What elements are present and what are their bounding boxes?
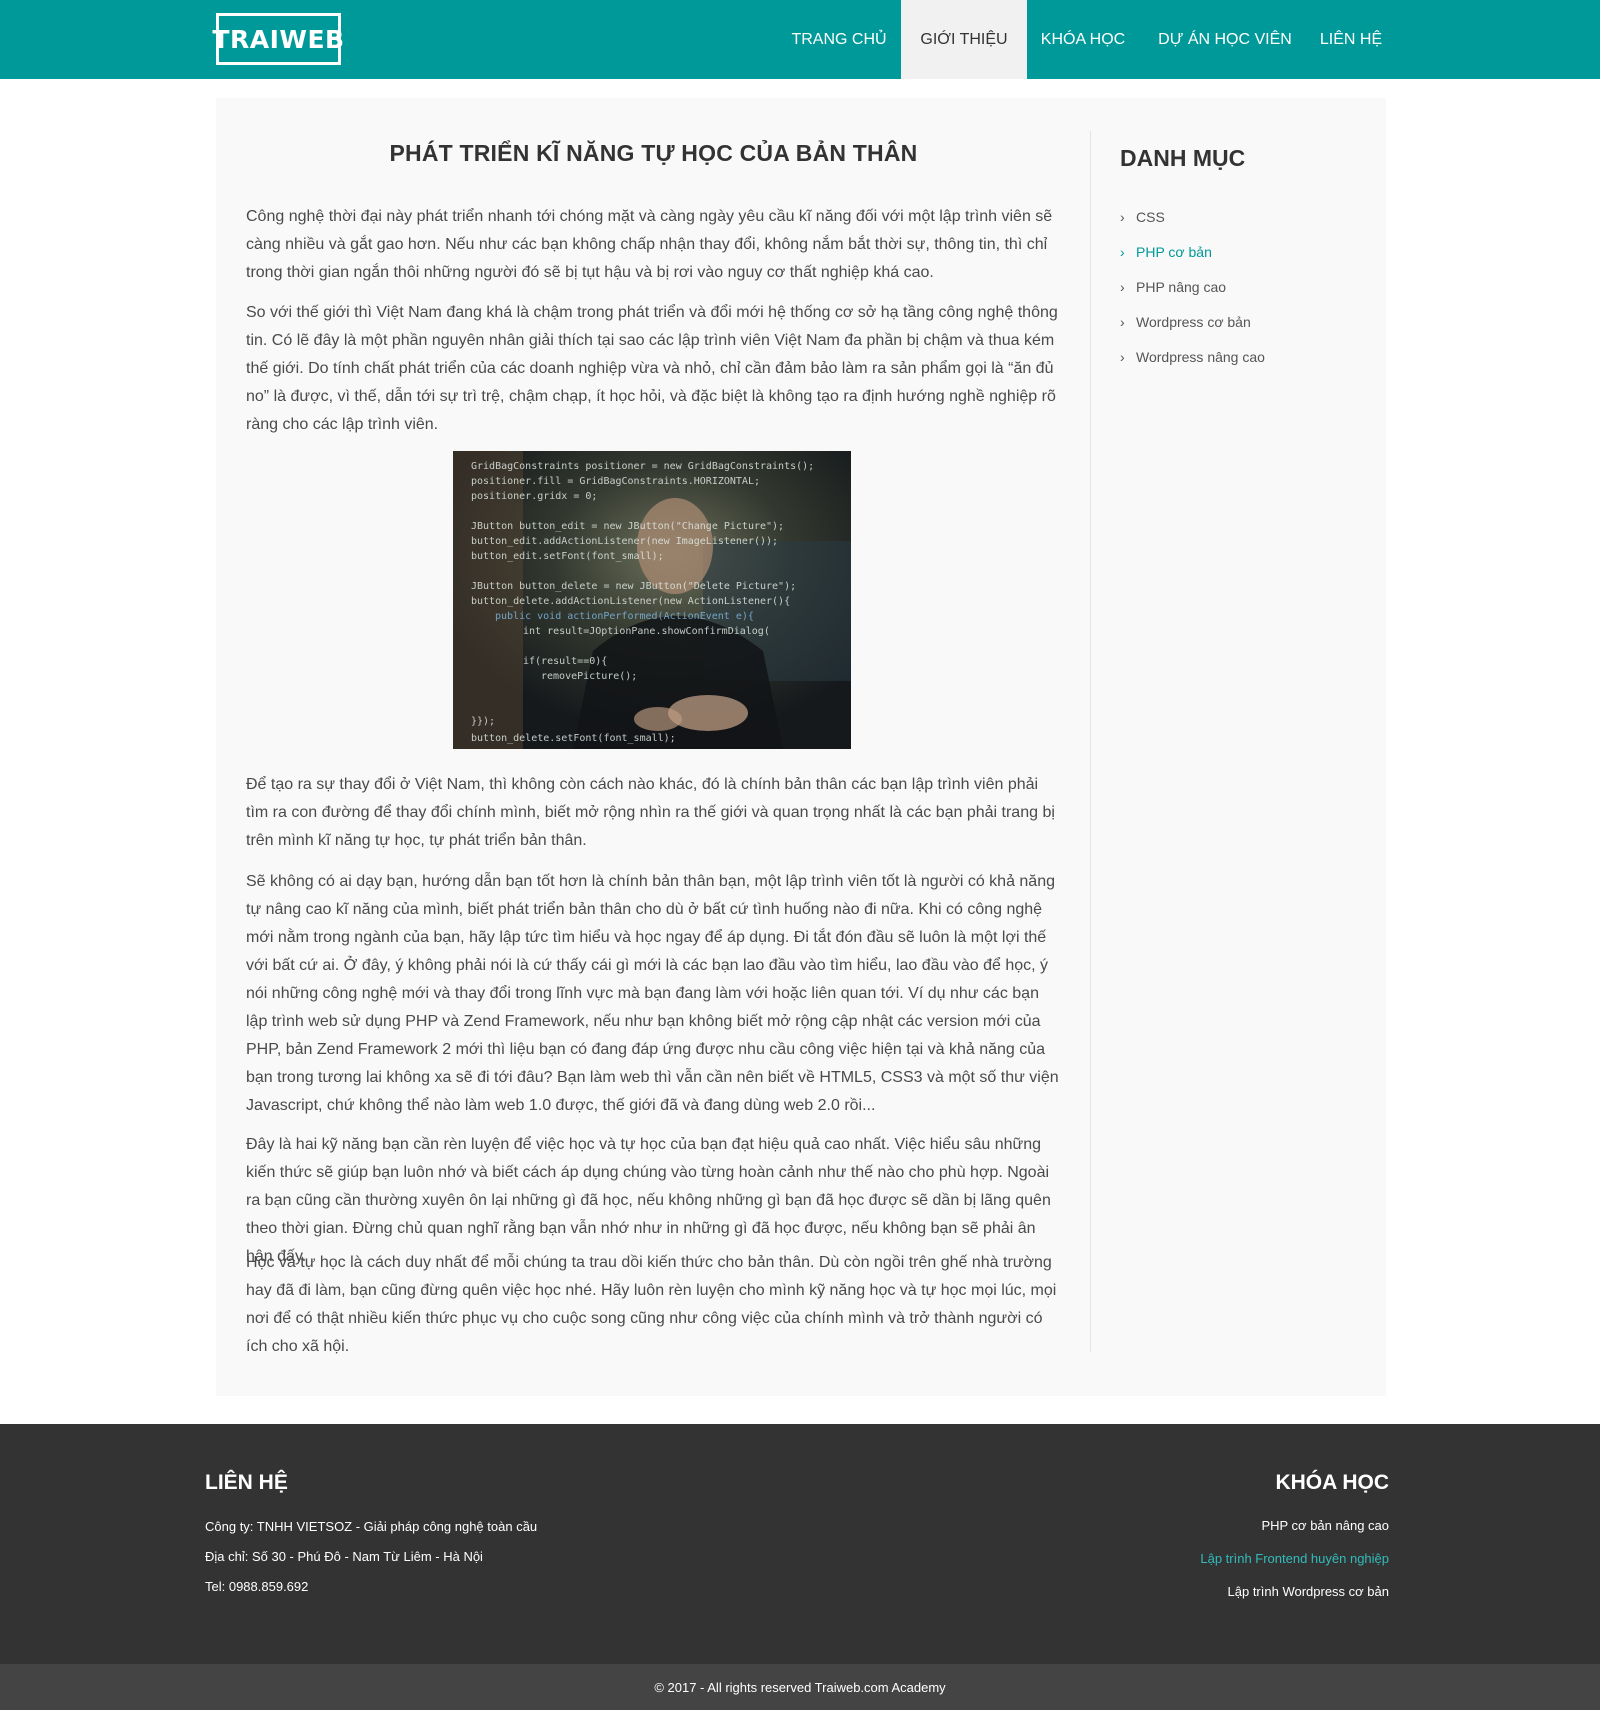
- chevron-right-icon: ›: [1120, 279, 1125, 295]
- chevron-right-icon: ›: [1120, 314, 1125, 330]
- footer-course-link[interactable]: Lập trình Frontend huyên nghiệp: [1200, 1551, 1389, 1566]
- code-line: removePicture();: [541, 671, 637, 682]
- code-line: button_delete.addActionListener(new Acti…: [471, 596, 790, 607]
- chevron-right-icon: ›: [1120, 349, 1125, 365]
- sidebar-item-label: CSS: [1136, 209, 1165, 225]
- sidebar-item-wordpress-co-ban[interactable]: › Wordpress cơ bản: [1120, 314, 1251, 330]
- nav-lien-he[interactable]: LIÊN HỆ: [1310, 0, 1392, 79]
- site-header: TRAIWEB TRANG CHỦ GIỚI THIỆU KHÓA HỌC DỰ…: [0, 0, 1600, 79]
- column-divider: [1090, 131, 1091, 1352]
- code-line: button_edit.addActionListener(new ImageL…: [471, 536, 778, 547]
- nav-du-an-hoc-vien[interactable]: DỰ ÁN HỌC VIÊN: [1150, 0, 1300, 79]
- sidebar-item-label: PHP nâng cao: [1136, 279, 1227, 295]
- site-footer: [0, 1424, 1600, 1664]
- article-image: GridBagConstraints positioner = new Grid…: [453, 451, 851, 749]
- programmer-photo: GridBagConstraints positioner = new Grid…: [453, 451, 851, 749]
- footer-company: Công ty: TNHH VIETSOZ - Giải pháp công n…: [205, 1519, 538, 1534]
- code-line: positioner.fill = GridBagConstraints.HOR…: [471, 476, 760, 487]
- footer-courses-title: KHÓA HỌC: [1275, 1471, 1389, 1494]
- code-line: public void actionPerformed(ActionEvent …: [495, 611, 754, 622]
- code-line: int result=JOptionPane.showConfirmDialog…: [523, 626, 770, 637]
- article-paragraph: So với thế giới thì Việt Nam đang khá là…: [246, 304, 1058, 433]
- nav-khoa-hoc[interactable]: KHÓA HỌC: [1027, 0, 1139, 79]
- article-title: PHÁT TRIỂN KĨ NĂNG TỰ HỌC CỦA BẢN THÂN: [389, 140, 918, 166]
- logo[interactable]: TRAIWEB: [212, 13, 344, 65]
- code-line: if(result==0){: [523, 656, 607, 667]
- nav-gioi-thieu[interactable]: GIỚI THIỆU: [901, 0, 1027, 79]
- footer-tel: Tel: 0988.859.692: [205, 1579, 309, 1594]
- footer-contact-title: LIÊN HỆ: [205, 1471, 288, 1494]
- article-paragraph: Công nghệ thời đại này phát triển nhanh …: [246, 208, 1053, 281]
- nav-trang-chu[interactable]: TRANG CHỦ: [780, 0, 898, 79]
- sidebar-item-label: Wordpress nâng cao: [1136, 349, 1265, 365]
- sidebar-item-css[interactable]: › CSS: [1120, 209, 1165, 225]
- code-line: button_edit.setFont(font_small);: [471, 551, 664, 562]
- sidebar-item-php-nang-cao[interactable]: › PHP nâng cao: [1120, 279, 1226, 295]
- code-line: }});: [471, 716, 495, 727]
- article-paragraph: Để tạo ra sự thay đổi ở Việt Nam, thì kh…: [246, 776, 1055, 849]
- sidebar-item-label: PHP cơ bản: [1136, 244, 1212, 260]
- article-paragraph: Học và tự học là cách duy nhất để mỗi ch…: [246, 1254, 1057, 1355]
- code-line: JButton button_edit = new JButton("Chang…: [471, 521, 784, 532]
- code-line: GridBagConstraints positioner = new Grid…: [471, 461, 814, 472]
- footer-address: Địa chỉ: Số 30 - Phú Đô - Nam Từ Liêm - …: [205, 1549, 483, 1564]
- copyright-text: © 2017 - All rights reserved Traiweb.com…: [654, 1679, 946, 1695]
- chevron-right-icon: ›: [1120, 244, 1125, 260]
- code-line: positioner.gridx = 0;: [471, 491, 597, 502]
- footer-course-link[interactable]: PHP cơ bản nâng cao: [1261, 1518, 1389, 1533]
- sidebar-item-label: Wordpress cơ bản: [1136, 314, 1251, 330]
- sidebar-item-php-co-ban[interactable]: › PHP cơ bản: [1120, 244, 1212, 260]
- code-line: button_delete.setFont(font_small);: [471, 733, 676, 744]
- article-paragraph: Sẽ không có ai dạy bạn, hướng dẫn bạn tố…: [246, 873, 1059, 1114]
- code-line: JButton button_delete = new JButton("Del…: [471, 581, 796, 592]
- sidebar-title: DANH MỤC: [1120, 145, 1246, 171]
- sidebar-item-wordpress-nang-cao[interactable]: › Wordpress nâng cao: [1120, 349, 1265, 365]
- footer-course-link[interactable]: Lập trình Wordpress cơ bản: [1228, 1584, 1389, 1599]
- chevron-right-icon: ›: [1120, 209, 1125, 225]
- copyright-bar: © 2017 - All rights reserved Traiweb.com…: [0, 1664, 1600, 1710]
